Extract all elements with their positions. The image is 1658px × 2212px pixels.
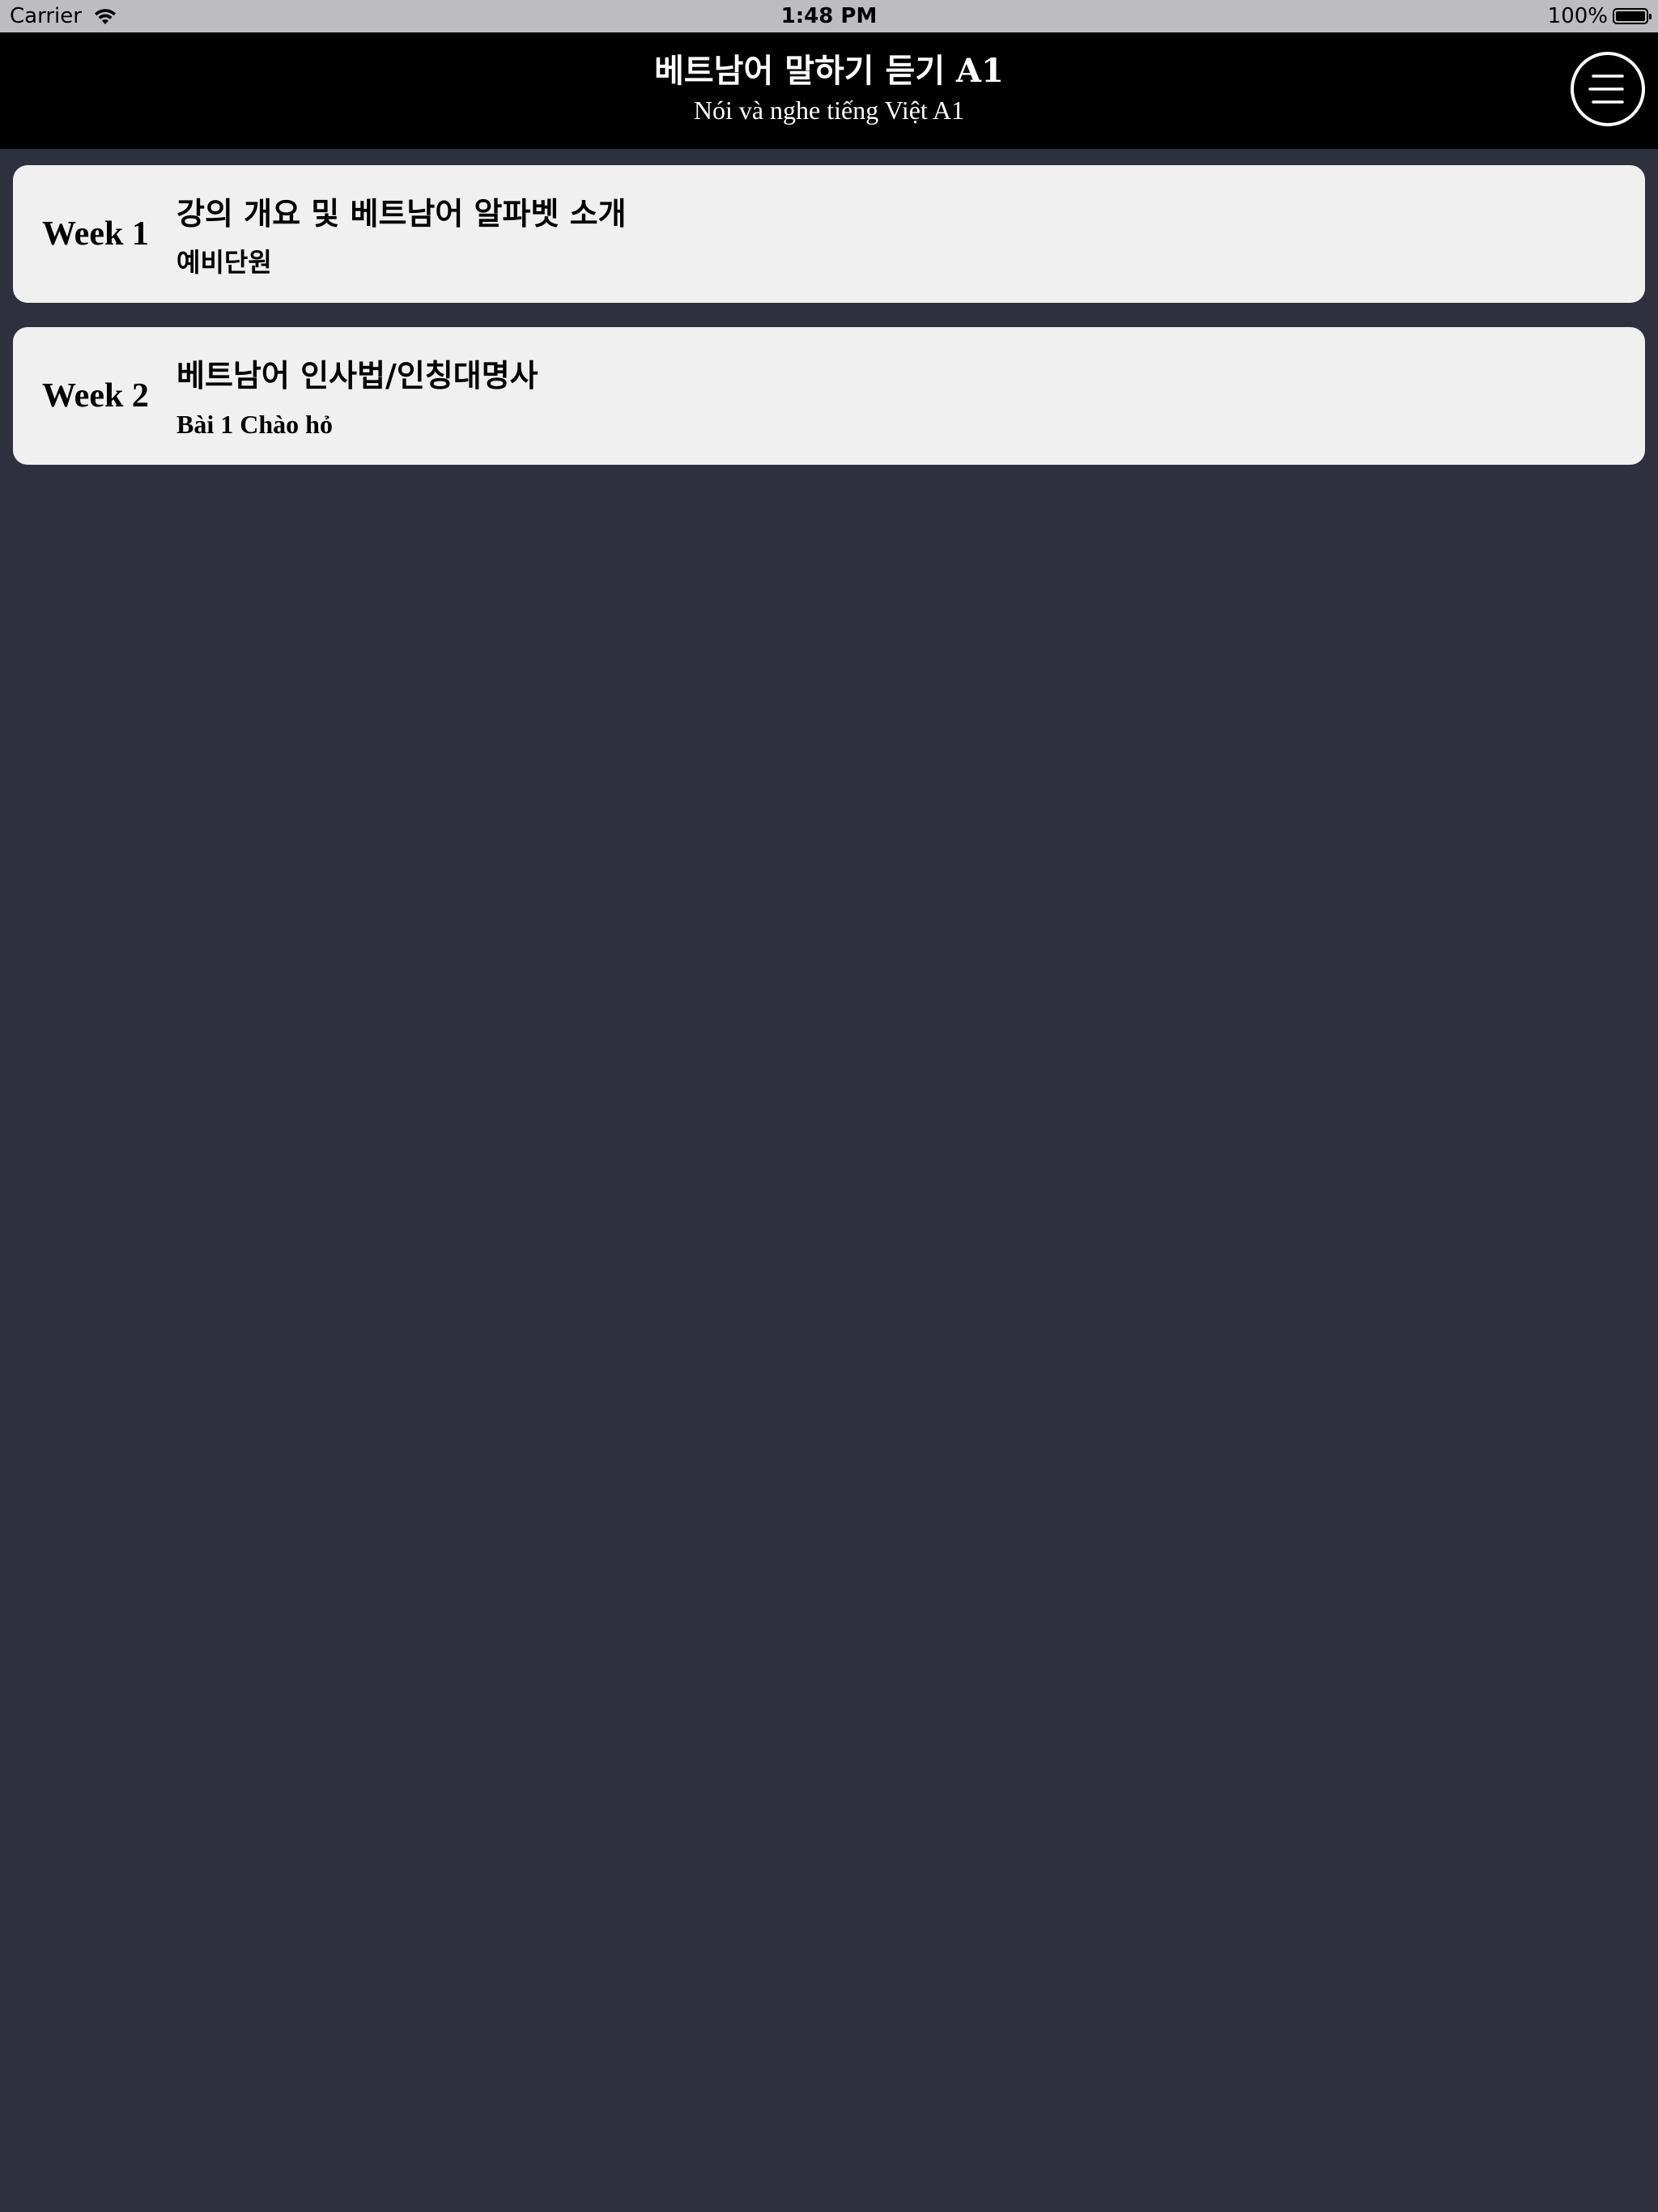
header-bar: 베트남어 말하기 듣기 A1 Nói và nghe tiếng Việt A1 <box>0 32 1658 149</box>
battery-indicator: 100% <box>1547 4 1652 28</box>
week-card-1[interactable]: Week 1 강의 개요 및 베트남어 알파벳 소개 예비단원 <box>13 165 1645 303</box>
menu-button[interactable] <box>1571 52 1645 126</box>
page-subtitle: Nói và nghe tiếng Việt A1 <box>693 96 965 125</box>
battery-percent: 100% <box>1547 4 1608 28</box>
page-title: 베트남어 말하기 듣기 A1 <box>654 52 1004 90</box>
battery-fill <box>1616 11 1645 21</box>
status-bar: Carrier 1:48 PM 100% <box>0 0 1658 32</box>
hamburger-menu-icon <box>1588 74 1624 104</box>
week-list: Week 1 강의 개요 및 베트남어 알파벳 소개 예비단원 Week 2 베… <box>13 165 1645 489</box>
status-time: 1:48 PM <box>780 4 878 28</box>
lesson-title: 베트남어 인사법/인칭대명사 <box>176 358 538 393</box>
week-label: Week 2 <box>42 377 149 415</box>
lesson-title: 강의 개요 및 베트남어 알파벳 소개 <box>176 196 627 232</box>
battery-icon <box>1613 8 1652 24</box>
week-label: Week 1 <box>42 215 149 253</box>
lesson-subtitle: Bài 1 Chào hỏ <box>176 410 333 439</box>
week-card-2[interactable]: Week 2 베트남어 인사법/인칭대명사 Bài 1 Chào hỏ <box>13 327 1645 465</box>
lesson-subtitle: 예비단원 <box>176 248 272 277</box>
